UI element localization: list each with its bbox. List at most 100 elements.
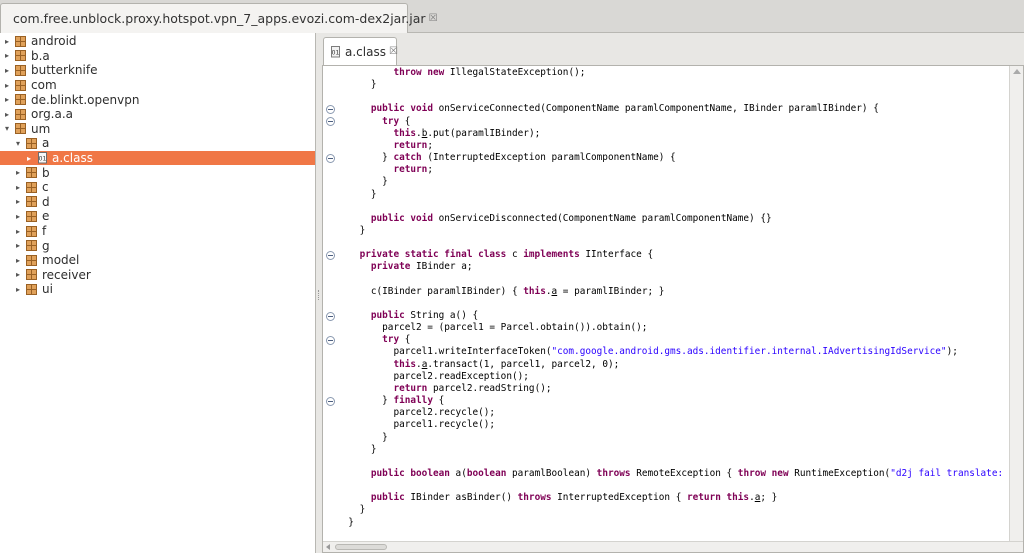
horizontal-scrollbar[interactable] xyxy=(323,541,1023,552)
tree-item-model[interactable]: ▸ model xyxy=(0,253,315,268)
tree-item-com[interactable]: ▸ com xyxy=(0,78,315,93)
tree-item-g[interactable]: ▸ g xyxy=(0,238,315,253)
collapsed-arrow-icon[interactable]: ▸ xyxy=(2,66,12,75)
collapsed-arrow-icon[interactable]: ▸ xyxy=(13,168,23,177)
code-token: parcel2 = (parcel1 = Parcel.obtain()).ob… xyxy=(337,322,648,334)
tree-item-de-blinkt-openvpn[interactable]: ▸ de.blinkt.openvpn xyxy=(0,92,315,107)
horizontal-scroll-thumb[interactable] xyxy=(335,544,387,550)
code-line[interactable]: return; xyxy=(337,140,433,152)
code-line[interactable]: c(IBinder paramlIBinder) { this.a = para… xyxy=(337,285,665,298)
collapsed-arrow-icon[interactable]: ▸ xyxy=(2,81,12,90)
code-line[interactable]: } xyxy=(337,176,388,188)
collapsed-arrow-icon[interactable]: ▸ xyxy=(2,95,12,104)
fold-collapse-icon[interactable] xyxy=(326,117,335,127)
tab-a-class[interactable]: 01 a.class ☒ xyxy=(323,37,398,65)
code-line[interactable]: try { xyxy=(337,334,410,346)
code-line[interactable]: private static final class c implements … xyxy=(337,249,654,261)
tree-item-label: receiver xyxy=(42,267,91,282)
tree-item-butterknife[interactable]: ▸ butterknife xyxy=(0,63,315,78)
fold-collapse-icon[interactable] xyxy=(326,250,335,260)
code-token: } xyxy=(337,504,366,516)
tree-item-android[interactable]: ▸ android xyxy=(0,34,315,49)
tree-item-e[interactable]: ▸ e xyxy=(0,209,315,224)
code-line[interactable]: } catch (InterruptedException paramlComp… xyxy=(337,152,676,164)
code-line[interactable]: } xyxy=(337,517,354,529)
collapsed-arrow-icon[interactable]: ▸ xyxy=(13,212,23,221)
code-keyword: implements xyxy=(523,249,580,261)
code-token: } xyxy=(337,443,377,455)
code-line[interactable]: } xyxy=(337,79,377,91)
code-token: ); xyxy=(946,346,958,358)
code-line[interactable]: private IBinder a; xyxy=(337,261,473,273)
tree-item-f[interactable]: ▸ f xyxy=(0,224,315,239)
vertical-scrollbar[interactable] xyxy=(1009,66,1023,542)
tree-item-um[interactable]: ▾ um xyxy=(0,122,315,137)
code-editor[interactable]: throw new IllegalStateException(); } pub… xyxy=(322,65,1024,553)
collapsed-arrow-icon[interactable]: ▸ xyxy=(13,183,23,192)
code-token: } xyxy=(337,516,354,528)
collapsed-arrow-icon[interactable]: ▸ xyxy=(2,51,12,60)
code-keyword: throw new xyxy=(737,467,789,479)
collapsed-arrow-icon[interactable]: ▸ xyxy=(24,154,34,163)
expanded-arrow-icon[interactable]: ▾ xyxy=(2,124,12,133)
collapsed-arrow-icon[interactable]: ▸ xyxy=(13,227,23,236)
fold-collapse-icon[interactable] xyxy=(326,335,335,345)
expanded-arrow-icon[interactable]: ▾ xyxy=(13,139,23,148)
scroll-left-icon[interactable] xyxy=(326,544,330,550)
tree-item-b-a[interactable]: ▸ b.a xyxy=(0,48,315,64)
code-line[interactable]: parcel2.recycle(); xyxy=(337,407,495,419)
code-line[interactable]: public IBinder asBinder() throws Interru… xyxy=(337,492,777,504)
tree-item-a[interactable]: ▾ a xyxy=(0,136,315,151)
code-line[interactable]: public String a() { xyxy=(337,310,478,322)
tree-item-ui[interactable]: ▸ ui xyxy=(0,282,315,297)
package-tree[interactable]: ▸ android ▸ b.a ▸ butterknife ▸ com ▸ de.blinkt.o… xyxy=(0,33,316,553)
code-line[interactable]: } xyxy=(337,444,377,456)
code-line[interactable]: throw new IllegalStateException(); xyxy=(337,67,585,79)
code-line[interactable]: this.a.transact(1, parcel1, parcel2, 0); xyxy=(337,359,619,371)
fold-collapse-icon[interactable] xyxy=(326,311,335,321)
code-line[interactable]: parcel2 = (parcel1 = Parcel.obtain()).ob… xyxy=(337,322,647,334)
tree-item-a-class[interactable]: ▸ 01 a.class xyxy=(0,150,315,166)
scroll-up-icon[interactable] xyxy=(1013,69,1021,74)
tree-item-receiver[interactable]: ▸ receiver xyxy=(0,267,315,283)
code-line[interactable]: return; xyxy=(337,164,433,176)
code-line[interactable]: } xyxy=(337,189,377,201)
collapsed-arrow-icon[interactable]: ▸ xyxy=(13,241,23,250)
tree-item-d[interactable]: ▸ d xyxy=(0,195,315,210)
collapsed-arrow-icon[interactable]: ▸ xyxy=(13,197,23,206)
code-line[interactable]: parcel1.recycle(); xyxy=(337,419,495,431)
code-line[interactable]: } xyxy=(337,225,366,237)
code-line[interactable]: } finally { xyxy=(337,395,444,407)
code-line[interactable]: } xyxy=(337,432,388,444)
code-line[interactable]: try { xyxy=(337,116,410,128)
splitter-grip[interactable] xyxy=(318,290,320,300)
code-line[interactable]: public void onServiceDisconnected(Compon… xyxy=(337,213,772,225)
code-keyword: this xyxy=(393,127,417,139)
package-icon xyxy=(15,50,26,62)
collapsed-arrow-icon[interactable]: ▸ xyxy=(13,256,23,265)
code-text[interactable]: throw new IllegalStateException(); } pub… xyxy=(337,66,1009,542)
code-line[interactable]: parcel2.readException(); xyxy=(337,371,528,383)
tree-item-org-a-a[interactable]: ▸ org.a.a xyxy=(0,107,315,122)
collapsed-arrow-icon[interactable]: ▸ xyxy=(2,110,12,119)
collapsed-arrow-icon[interactable]: ▸ xyxy=(13,270,23,279)
code-line[interactable]: this.b.put(paramlIBinder); xyxy=(337,128,540,140)
code-token: = paramlIBinder; } xyxy=(557,285,665,297)
code-line[interactable]: return parcel2.readString(); xyxy=(337,383,551,395)
tree-item-b[interactable]: ▸ b xyxy=(0,165,315,180)
collapsed-arrow-icon[interactable]: ▸ xyxy=(2,37,12,46)
tree-item-label: b.a xyxy=(31,48,50,63)
collapsed-arrow-icon[interactable]: ▸ xyxy=(13,285,23,294)
close-icon[interactable]: ☒ xyxy=(429,13,438,24)
close-icon[interactable]: ☒ xyxy=(389,46,398,57)
code-line[interactable]: public void onServiceConnected(Component… xyxy=(337,103,879,115)
tree-item-c[interactable]: ▸ c xyxy=(0,180,315,195)
package-icon xyxy=(26,269,37,281)
code-line[interactable]: public boolean a(boolean paramlBoolean) … xyxy=(337,468,1009,480)
fold-collapse-icon[interactable] xyxy=(326,396,335,406)
fold-collapse-icon[interactable] xyxy=(326,153,335,163)
code-line[interactable]: parcel1.writeInterfaceToken("com.google.… xyxy=(337,346,958,358)
code-line[interactable]: } xyxy=(337,504,366,516)
fold-collapse-icon[interactable] xyxy=(326,104,335,114)
jar-file-tab[interactable]: 010 com.free.unblock.proxy.hotspot.vpn_7… xyxy=(0,3,438,33)
